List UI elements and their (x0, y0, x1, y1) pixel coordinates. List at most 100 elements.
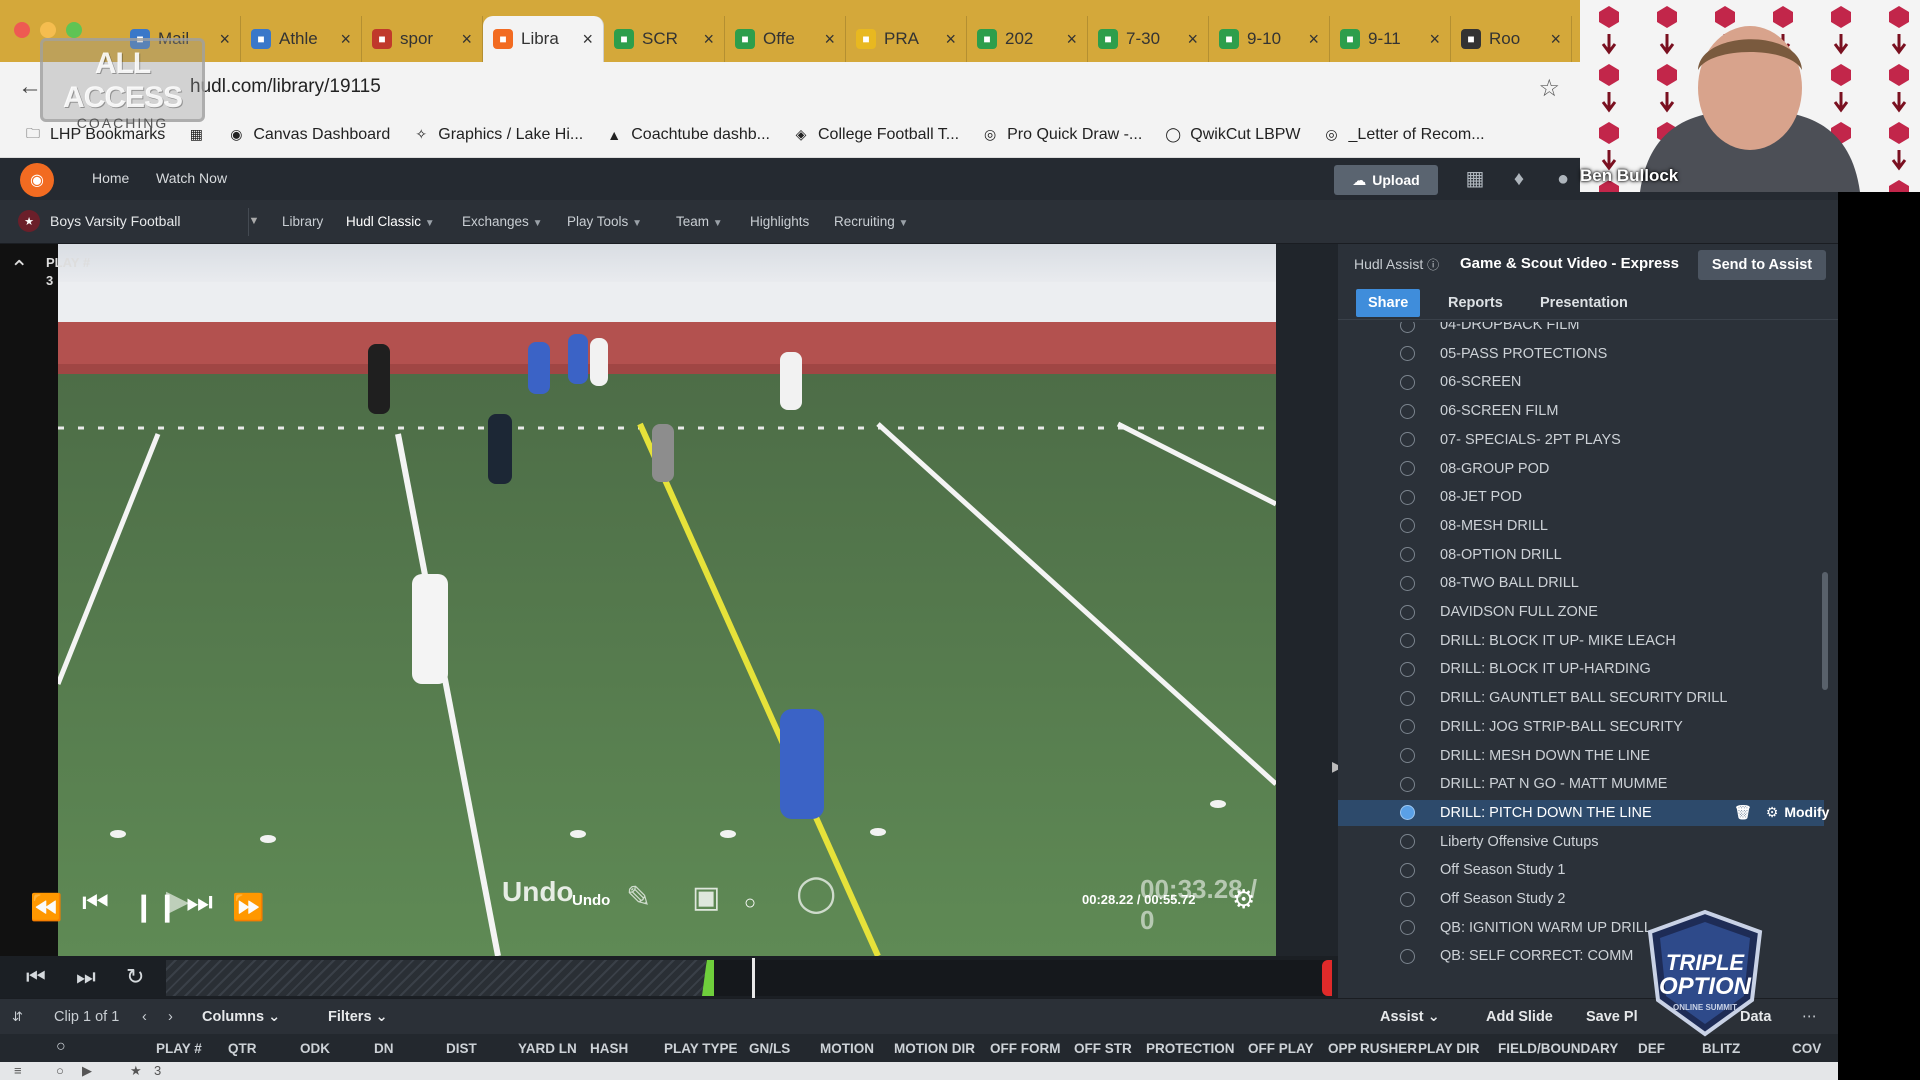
subnav-item-exchanges[interactable]: Exchanges ▼ (462, 214, 542, 229)
column-header[interactable]: HASH (590, 1041, 628, 1056)
tab-close-icon[interactable]: × (945, 29, 956, 50)
playlist-radio[interactable] (1400, 461, 1415, 476)
step-forward-icon[interactable]: ⏭ (186, 886, 213, 920)
row-play-icon[interactable]: ▶ (82, 1063, 92, 1079)
playlist-item[interactable]: 08-JET POD (1338, 484, 1824, 510)
video-player[interactable]: ⌃ PLAY # 3 ⏪ ⏮ ❙❙ ▶ ⏭ ⏩ Undo Undo ✎ ▣ ○ … (0, 244, 1276, 956)
column-header[interactable]: PLAY # (156, 1041, 202, 1056)
column-header[interactable]: OFF STR (1074, 1041, 1132, 1056)
save-playlist-button[interactable]: Save Pl (1586, 1009, 1638, 1025)
subnav-item-hudl-classic[interactable]: Hudl Classic ▼ (346, 214, 435, 229)
modify-button[interactable]: 🗑 ⚙ Modify (1734, 804, 1829, 821)
column-header[interactable]: PLAY TYPE (664, 1041, 738, 1056)
upload-button[interactable]: ☁ Upload (1334, 165, 1438, 195)
playlist-radio[interactable] (1400, 891, 1415, 907)
playlist-item[interactable]: 08-OPTION DRILL (1338, 542, 1824, 568)
playlist-radio[interactable] (1400, 575, 1415, 591)
column-header[interactable]: OPP RUSHER (1328, 1041, 1417, 1056)
playlist-item[interactable]: 08-TWO BALL DRILL (1338, 570, 1824, 596)
tab-close-icon[interactable]: × (1187, 29, 1198, 50)
row-star-icon[interactable]: ★ (130, 1063, 142, 1079)
minimize-window-button[interactable] (40, 22, 56, 38)
playlist-radio[interactable] (1400, 948, 1415, 964)
hudl-logo-icon[interactable]: ◉ (20, 163, 54, 197)
playlist-item[interactable]: 08-MESH DRILL (1338, 513, 1824, 539)
draw-tool-icon[interactable]: ✎ (626, 880, 651, 915)
column-header[interactable]: DIST (446, 1041, 477, 1056)
subnav-item-team[interactable]: Team ▼ (676, 214, 723, 229)
playlist-radio[interactable] (1400, 518, 1415, 534)
add-slide-button[interactable]: Add Slide (1486, 1009, 1553, 1025)
column-header[interactable]: YARD LN (518, 1041, 577, 1056)
bookmark-item[interactable]: ◯ QwikCut LBPW (1164, 126, 1300, 144)
subnav-item-play-tools[interactable]: Play Tools ▼ (567, 214, 642, 229)
browser-tab[interactable]: ■ spor × (362, 16, 483, 62)
collapse-up-icon[interactable]: ⌃ (10, 256, 28, 282)
messages-icon[interactable]: ● (1552, 168, 1574, 190)
column-header[interactable]: COV (1792, 1041, 1821, 1056)
playlist-item[interactable]: DRILL: PITCH DOWN THE LINE 🗑 ⚙ Modify (1338, 799, 1829, 826)
fast-forward-icon[interactable]: ⏩ (232, 892, 264, 923)
playlist-radio[interactable] (1400, 322, 1415, 333)
trash-icon[interactable]: 🗑 (1734, 804, 1752, 821)
column-header[interactable]: OFF PLAY (1248, 1041, 1314, 1056)
playlist-scrollbar[interactable] (1822, 572, 1828, 690)
tab-close-icon[interactable]: × (340, 29, 351, 50)
column-header[interactable]: OFF FORM (990, 1041, 1061, 1056)
tab-close-icon[interactable]: × (1550, 29, 1561, 50)
tab-close-icon[interactable]: × (703, 29, 714, 50)
bookmark-star-icon[interactable]: ☆ (1538, 74, 1560, 103)
calendar-icon[interactable]: ▦ (1464, 168, 1486, 190)
tab-reports[interactable]: Reports (1436, 289, 1515, 317)
browser-tab[interactable]: ■ Athle × (241, 16, 362, 62)
playlist-item[interactable]: DAVIDSON FULL ZONE (1338, 599, 1824, 625)
tab-share[interactable]: Share (1356, 289, 1421, 317)
tab-close-icon[interactable]: × (1066, 29, 1077, 50)
playlist-radio[interactable] (1400, 776, 1415, 792)
send-to-assist-button[interactable]: Send to Assist (1698, 250, 1826, 280)
column-header[interactable]: MOTION DIR (894, 1041, 975, 1056)
subnav-item-library[interactable]: Library (282, 214, 323, 229)
browser-tab[interactable]: ■ Offe × (725, 16, 846, 62)
browser-tab[interactable]: ■ 9-10 × (1209, 16, 1330, 62)
column-header[interactable]: PLAY DIR (1418, 1041, 1480, 1056)
columns-dropdown[interactable]: Columns ⌄ (202, 1009, 280, 1025)
sort-arrows-icon[interactable]: ⇵ (12, 1009, 23, 1025)
playlist-item[interactable]: 05-PASS PROTECTIONS (1338, 341, 1824, 367)
row-select-radio[interactable]: ○ (56, 1063, 64, 1078)
clip-timeline[interactable]: ⏮ ⏭ ↻ (0, 956, 1338, 998)
playlist-item[interactable]: 08-GROUP POD (1338, 456, 1824, 482)
zoom-window-button[interactable] (66, 22, 82, 38)
browser-tab[interactable]: ■ Roo × (1451, 16, 1572, 62)
playlist-item[interactable]: 04-DROPBACK FILM (1338, 322, 1824, 338)
subnav-item-highlights[interactable]: Highlights (750, 214, 809, 229)
team-selector[interactable]: ★ Boys Varsity Football ▼ (18, 210, 259, 232)
tab-close-icon[interactable]: × (219, 29, 230, 50)
playlist-radio[interactable] (1400, 690, 1415, 706)
playlist-item[interactable]: DRILL: BLOCK IT UP- MIKE LEACH (1338, 628, 1824, 654)
playlist-item[interactable]: 06-SCREEN FILM (1338, 398, 1824, 424)
column-header[interactable]: GN/LS (749, 1041, 790, 1056)
playlist-radio[interactable] (1400, 661, 1415, 677)
bookmark-item[interactable]: ◎ _Letter of Recom... (1323, 126, 1484, 144)
playlist-item[interactable]: DRILL: GAUNTLET BALL SECURITY DRILL (1338, 685, 1824, 711)
select-all-radio[interactable]: ○ (56, 1038, 66, 1056)
tab-close-icon[interactable]: × (824, 29, 835, 50)
filters-dropdown[interactable]: Filters ⌄ (328, 1009, 388, 1025)
tab-close-icon[interactable]: × (461, 29, 472, 50)
playlist-radio[interactable] (1400, 346, 1415, 362)
bookmark-item[interactable]: ✧ Graphics / Lake Hi... (412, 126, 583, 144)
browser-tab[interactable]: ■ Libra × (483, 16, 604, 62)
playlist-radio[interactable] (1400, 920, 1415, 936)
browser-tab[interactable]: ■ PRA × (846, 16, 967, 62)
column-header[interactable]: FIELD/BOUNDARY (1498, 1041, 1618, 1056)
comment-tool-icon[interactable]: ▣ (692, 880, 720, 915)
browser-tab[interactable]: ■ SCR × (604, 16, 725, 62)
playlist-radio[interactable] (1400, 719, 1415, 735)
browser-tab[interactable]: ■ 9-11 × (1330, 16, 1451, 62)
playlist-item[interactable]: 07- SPECIALS- 2PT PLAYS (1338, 427, 1824, 453)
more-options-icon[interactable]: ⋯ (1802, 1009, 1817, 1025)
playlist-item[interactable]: 06-SCREEN (1338, 369, 1824, 395)
playlist-radio[interactable] (1400, 805, 1415, 821)
circle-tool-icon[interactable]: ◯ (796, 872, 836, 914)
